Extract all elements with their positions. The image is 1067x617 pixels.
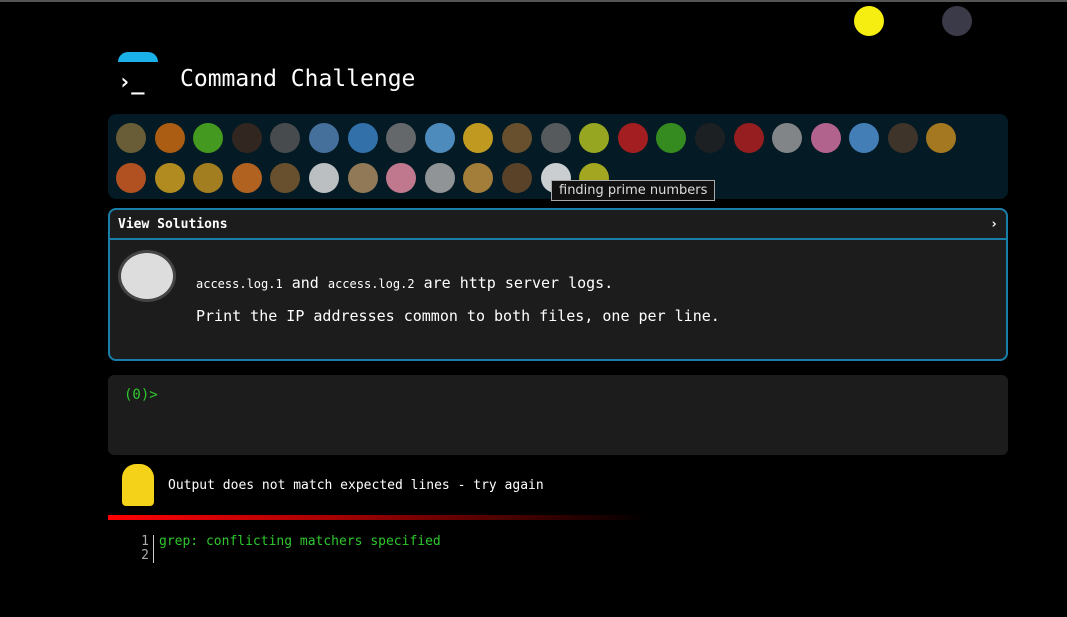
text: are http server logs. (423, 274, 614, 292)
chevron-right-icon: › (990, 216, 998, 232)
challenge-card: View Solutions › access.log.1 and access… (108, 208, 1008, 361)
feedback-message: Output does not match expected lines - t… (168, 478, 544, 493)
error-bar (108, 515, 648, 520)
bee-icon[interactable] (579, 123, 610, 153)
ladybug-icon[interactable] (617, 123, 648, 153)
terminal-prompt: (0)> (124, 387, 158, 403)
logo-dome (118, 52, 158, 62)
panda-icon (118, 250, 176, 302)
tiger-icon[interactable] (231, 163, 262, 193)
dolphin-icon[interactable] (347, 123, 378, 153)
challenge-row (116, 122, 1000, 154)
dog-icon[interactable] (926, 123, 957, 153)
gitlab-icon[interactable] (942, 6, 972, 36)
tropical-fish-icon[interactable] (463, 123, 494, 153)
mouse-icon[interactable] (424, 163, 455, 193)
challenge-instruction: Print the IP addresses common to both fi… (196, 307, 720, 325)
bear-icon[interactable] (501, 163, 532, 193)
command-output: 12 grep: conflicting matchers specified (140, 535, 441, 563)
whale-icon[interactable] (308, 123, 339, 153)
cow-icon[interactable] (347, 163, 378, 193)
top-nav-icons (810, 6, 1016, 36)
wolf-icon[interactable] (540, 123, 571, 153)
person-gesturing-no-icon (122, 464, 154, 506)
spider-icon[interactable] (694, 123, 725, 153)
monkey-icon[interactable] (887, 123, 918, 153)
fly-icon[interactable] (772, 123, 803, 153)
file-name: access.log.2 (327, 277, 415, 291)
page-title: Command Challenge (180, 66, 416, 92)
view-solutions-toggle[interactable]: View Solutions › (110, 210, 1006, 240)
tooltip: finding prime numbers (551, 180, 716, 201)
terminal-input[interactable]: (0)> (108, 375, 1008, 455)
butterfly-icon[interactable] (154, 123, 185, 153)
spider-web-icon[interactable] (270, 123, 301, 153)
scorpion-icon[interactable] (733, 123, 764, 153)
logo[interactable]: ›_ (114, 52, 158, 96)
unicorn-icon[interactable] (308, 163, 339, 193)
pig-icon[interactable] (386, 163, 417, 193)
horse-icon[interactable] (270, 163, 301, 193)
terminal-icon: ›_ (118, 70, 145, 95)
fox-icon[interactable] (116, 163, 146, 193)
lion-icon[interactable] (193, 163, 224, 193)
envelope-icon[interactable] (986, 6, 1016, 36)
cricket-icon[interactable] (656, 123, 687, 153)
hedgehog-icon[interactable] (501, 123, 532, 153)
view-solutions-label: View Solutions (118, 216, 228, 232)
output-line: grep: conflicting matchers specified (159, 534, 441, 549)
hamster-icon[interactable] (463, 163, 494, 193)
ant-icon[interactable] (231, 123, 262, 153)
challenge-description: access.log.1 and access.log.2 are http s… (196, 274, 613, 292)
file-name: access.log.1 (196, 277, 283, 291)
microbe-icon[interactable] (849, 123, 880, 153)
tree-icon[interactable] (898, 6, 928, 36)
shark-icon[interactable] (386, 123, 417, 153)
cat-icon[interactable] (154, 163, 185, 193)
snail-icon[interactable] (116, 123, 146, 153)
line-number: 2 (141, 548, 149, 563)
shushing-face-icon[interactable] (854, 6, 884, 36)
terminal-icon[interactable] (810, 6, 840, 36)
worm-icon[interactable] (810, 123, 841, 153)
caterpillar-icon[interactable] (193, 123, 224, 153)
line-number: 1 (141, 534, 149, 549)
fish-icon[interactable] (424, 123, 455, 153)
text: and (291, 274, 319, 292)
